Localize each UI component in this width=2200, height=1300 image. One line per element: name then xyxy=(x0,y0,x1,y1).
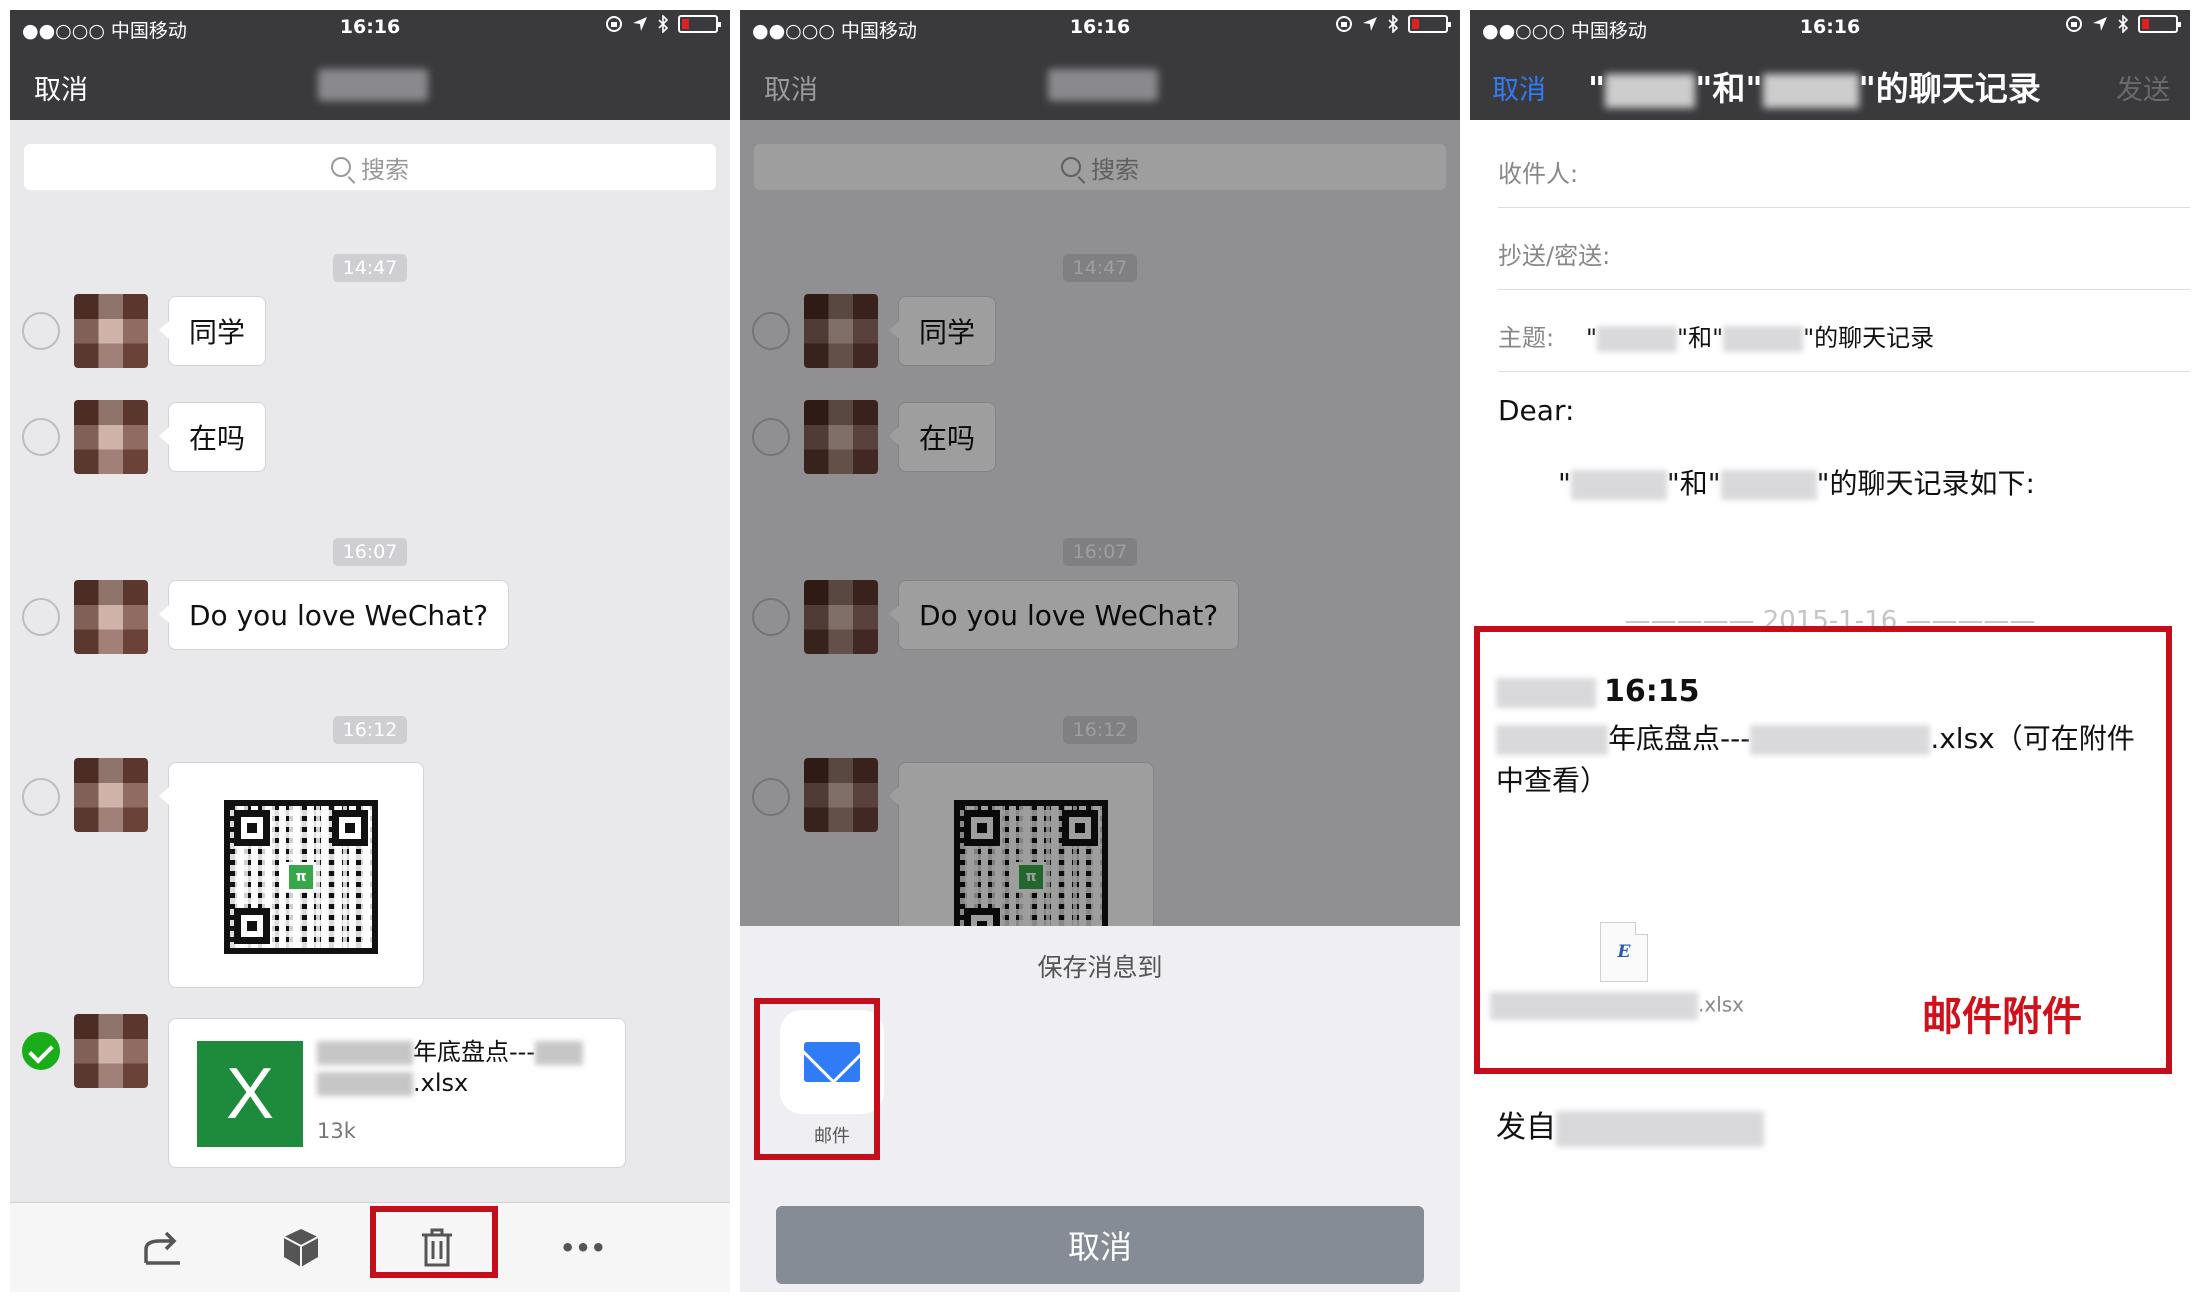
select-radio[interactable] xyxy=(22,312,60,350)
file-name: 年底盘点--- .xlsx xyxy=(317,1037,617,1099)
select-radio[interactable] xyxy=(22,778,60,816)
dim-overlay[interactable] xyxy=(740,120,1460,926)
mail-cancel-button[interactable]: 取消 xyxy=(1492,68,1546,107)
avatar[interactable] xyxy=(74,758,148,832)
rotation-lock-icon xyxy=(2066,16,2082,32)
top-bar: ●●○○○ 中国移动 16:16 取消 xyxy=(10,10,730,120)
select-radio[interactable] xyxy=(22,598,60,636)
nav-bar: 取消 " "和" "的聊天记录 发送 xyxy=(1470,44,2190,120)
mail-intro: " "和" "的聊天记录如下: xyxy=(1558,467,2035,500)
excel-file-icon: X xyxy=(197,1041,303,1147)
nav-bar: 取消 xyxy=(740,44,1460,120)
avatar[interactable] xyxy=(74,294,148,368)
message-bubble[interactable]: 在吗 xyxy=(158,402,267,472)
top-bar: ●●○○○ 中国移动 16:16 取消 xyxy=(740,10,1460,120)
cancel-button[interactable]: 取消 xyxy=(34,68,88,107)
cc-bcc-field[interactable]: 抄送/密送: xyxy=(1498,208,2190,290)
subject-label: 主题: xyxy=(1498,324,1555,352)
rotation-lock-icon xyxy=(606,16,622,32)
panel-select-messages: ●●○○○ 中国移动 16:16 取消 搜索 14:47 同学 在吗 16:07… xyxy=(10,10,730,1292)
message-bubble[interactable]: 同学 xyxy=(158,296,267,366)
forward-icon[interactable] xyxy=(140,1225,186,1271)
favorite-box-icon[interactable] xyxy=(278,1225,324,1271)
search-icon xyxy=(331,157,351,177)
timestamp: 14:47 xyxy=(10,254,730,282)
mail-title: " "和" "的聊天记录 xyxy=(1588,69,2041,108)
chat-title-blurred xyxy=(1048,69,1158,101)
panel-mail-compose: ●●○○○ 中国移动 16:16 取消 " "和" "的聊天记录 发送 收件人: 抄… xyxy=(1470,10,2190,1292)
sent-from-signature: 发自 xyxy=(1496,1102,1764,1147)
mail-greeting: Dear: xyxy=(1498,394,1575,427)
location-icon xyxy=(633,17,647,31)
file-size: 13k xyxy=(317,1119,356,1143)
search-area: 搜索 xyxy=(10,120,730,210)
bluetooth-icon xyxy=(1388,15,1399,33)
search-input[interactable]: 搜索 xyxy=(24,144,716,190)
location-icon xyxy=(2093,17,2107,31)
subject-value: " "和" "的聊天记录 xyxy=(1586,324,1935,352)
select-radio-checked[interactable] xyxy=(22,1032,60,1070)
battery-icon xyxy=(1408,15,1451,33)
rotation-lock-icon xyxy=(1336,16,1352,32)
nav-bar: 取消 xyxy=(10,44,730,120)
timestamp: 16:12 xyxy=(10,716,730,744)
select-radio[interactable] xyxy=(22,418,60,456)
qr-code-image: π xyxy=(224,800,378,954)
subject-field[interactable]: 主题: " "和" "的聊天记录 xyxy=(1498,290,2190,372)
qr-logo-icon: π xyxy=(286,862,316,892)
chat-title-blurred xyxy=(318,69,428,101)
status-bar: ●●○○○ 中国移动 16:16 xyxy=(1470,10,2190,44)
status-icons xyxy=(605,15,721,33)
bluetooth-icon xyxy=(658,15,669,33)
cc-bcc-label: 抄送/密送: xyxy=(1498,242,1611,270)
highlight-attachment-box xyxy=(1474,626,2172,1074)
highlight-more-box xyxy=(370,1206,498,1278)
sheet-title: 保存消息到 xyxy=(1037,953,1163,982)
highlight-mail-box xyxy=(754,998,880,1160)
avatar[interactable] xyxy=(74,400,148,474)
avatar[interactable] xyxy=(74,1014,148,1088)
cancel-button[interactable]: 取消 xyxy=(764,68,818,107)
file-message-bubble[interactable]: X 年底盘点--- .xlsx 13k xyxy=(168,1018,626,1168)
to-field[interactable]: 收件人: xyxy=(1498,126,2190,208)
more-icon[interactable]: ••• xyxy=(530,1225,636,1271)
bluetooth-icon xyxy=(2118,15,2129,33)
panel-save-to: ●●○○○ 中国移动 16:16 取消 搜索 14:47 同学 在吗 16:07… xyxy=(740,10,1460,1292)
status-icons xyxy=(2065,15,2181,33)
status-icons xyxy=(1335,15,1451,33)
status-bar: ●●○○○ 中国移动 16:16 xyxy=(740,10,1460,44)
battery-icon xyxy=(678,15,721,33)
send-button[interactable]: 发送 xyxy=(2116,68,2170,107)
to-label: 收件人: xyxy=(1498,160,1579,188)
top-bar: ●●○○○ 中国移动 16:16 取消 " "和" "的聊天记录 发送 xyxy=(1470,10,2190,120)
search-placeholder: 搜索 xyxy=(361,155,409,184)
battery-icon xyxy=(2138,15,2181,33)
status-bar: ●●○○○ 中国移动 16:16 xyxy=(10,10,730,44)
sheet-cancel-button[interactable]: 取消 xyxy=(776,1206,1424,1284)
timestamp: 16:07 xyxy=(10,538,730,566)
location-icon xyxy=(1363,17,1377,31)
avatar[interactable] xyxy=(74,580,148,654)
message-bubble[interactable]: Do you love WeChat? xyxy=(158,580,510,650)
